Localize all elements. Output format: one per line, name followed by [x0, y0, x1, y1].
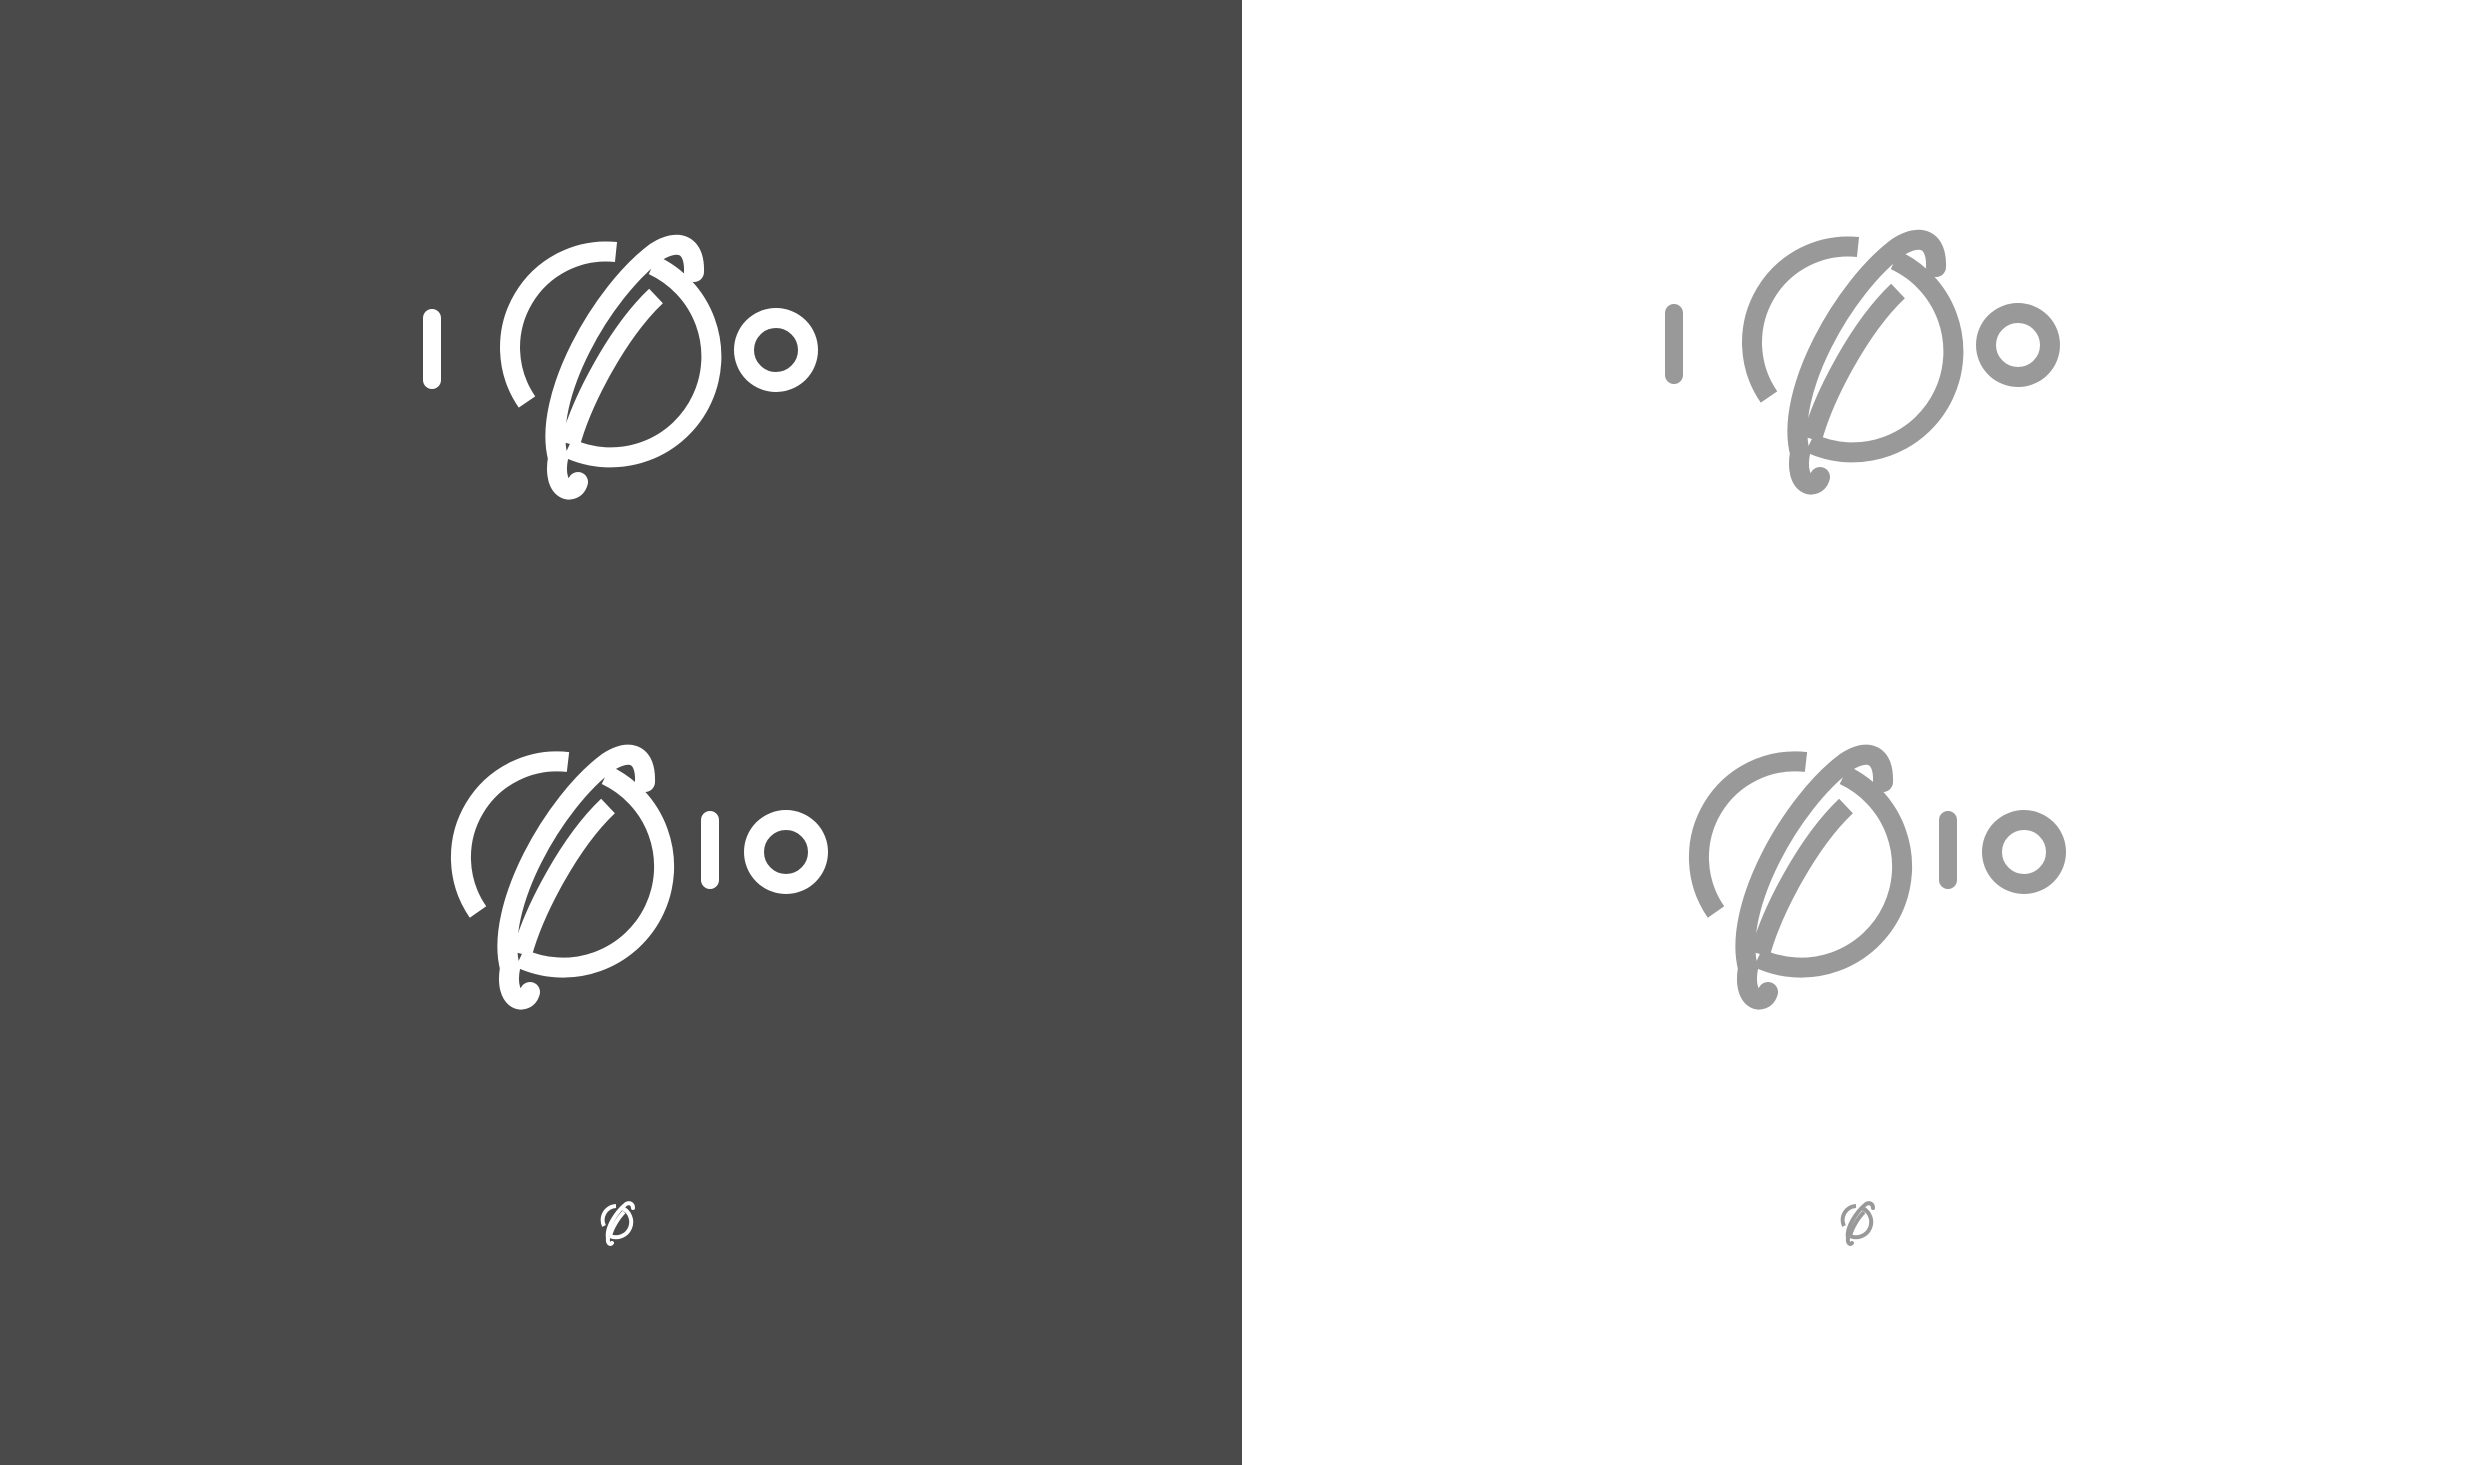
- dark-panel: [0, 0, 1242, 1465]
- small-emblem-on-dark: [600, 1201, 635, 1246]
- ring-glyph: [1982, 810, 2066, 894]
- horizontal-logo-on-light: [1665, 229, 2060, 495]
- leaf-ring-icon: [600, 1201, 635, 1246]
- ring-glyph: [1976, 303, 2060, 387]
- emblem-with-io-logo-on-dark: [450, 744, 828, 1010]
- logo-sheet: [0, 0, 2483, 1465]
- horizontal-logo-on-dark: [423, 234, 818, 500]
- emblem-with-io-logo-on-light: [1688, 744, 2066, 1010]
- leaf-ring-icon: [1840, 1201, 1875, 1246]
- leaf-ring-icon: [500, 234, 722, 500]
- leaf-ring-icon: [1688, 744, 1913, 1010]
- ring-glyph: [744, 810, 828, 894]
- small-emblem-on-light: [1840, 1201, 1875, 1246]
- leaf-ring-icon: [1742, 229, 1964, 495]
- ring-glyph: [734, 308, 818, 392]
- leaf-ring-icon: [450, 744, 675, 1010]
